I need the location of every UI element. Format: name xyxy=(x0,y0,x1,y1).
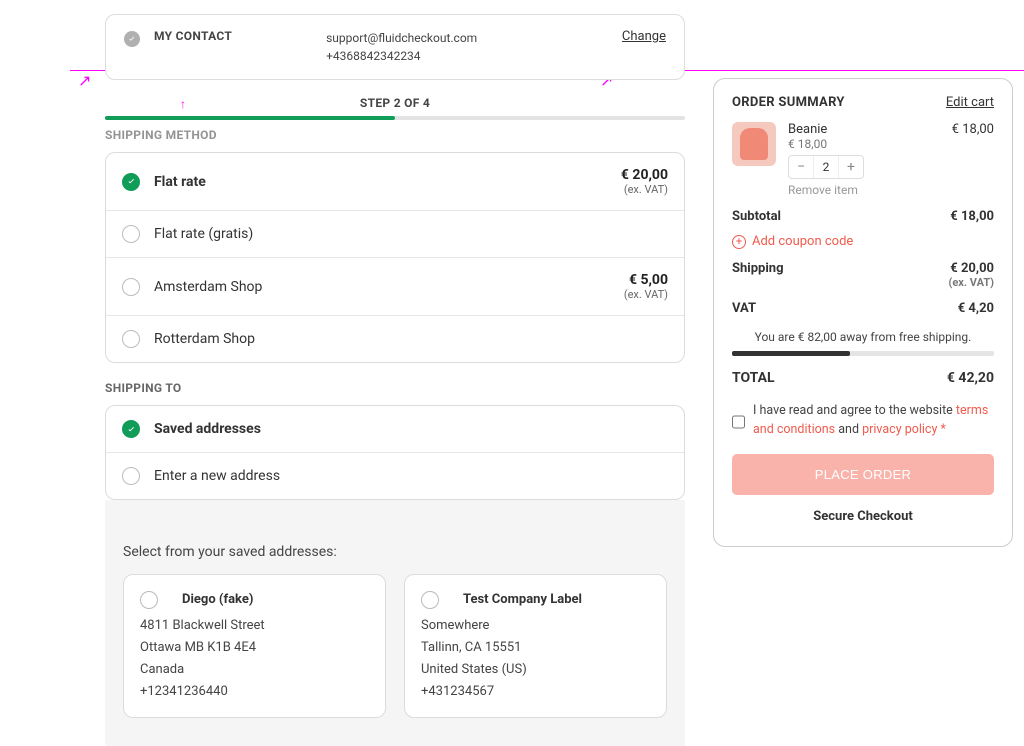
option-price: € 20,00 xyxy=(621,167,668,183)
edit-cart-link[interactable]: Edit cart xyxy=(946,95,994,110)
address-name: Diego (fake) xyxy=(182,589,253,611)
vat-value: € 4,20 xyxy=(958,301,994,316)
shipping-to-new[interactable]: Enter a new address xyxy=(106,453,684,499)
address-line: Ottawa MB K1B 4E4 xyxy=(140,637,369,659)
qty-value: 2 xyxy=(813,156,839,178)
shipping-to-heading: SHIPPING TO xyxy=(105,381,685,395)
item-unit-price: € 18,00 xyxy=(788,137,940,151)
change-contact-link[interactable]: Change xyxy=(622,29,666,44)
order-summary-card: ORDER SUMMARY Edit cart Beanie € 18,00 −… xyxy=(713,78,1013,547)
item-line-total: € 18,00 xyxy=(952,122,994,197)
check-circle-icon xyxy=(124,31,140,47)
progress-section: STEP 2 OF 4 xyxy=(105,96,685,120)
option-price-note: (ex. VAT) xyxy=(621,183,668,196)
plus-circle-icon: + xyxy=(732,235,746,249)
radio-unchecked-icon xyxy=(122,330,140,348)
option-price: € 5,00 xyxy=(624,272,668,288)
shipping-label: Shipping xyxy=(732,261,784,289)
contact-email: support@fluidcheckout.com xyxy=(326,29,477,47)
radio-unchecked-icon xyxy=(140,591,158,609)
free-shipping-fill xyxy=(732,351,850,356)
address-line: Somewhere xyxy=(421,615,650,637)
subtotal-value: € 18,00 xyxy=(950,209,994,224)
contact-phone: +4368842342234 xyxy=(326,47,477,65)
contact-title: MY CONTACT xyxy=(154,29,232,43)
shipping-value: € 20,00 xyxy=(949,261,995,276)
coupon-label: Add coupon code xyxy=(752,234,853,249)
order-summary-title: ORDER SUMMARY xyxy=(732,95,845,110)
contact-details: support@fluidcheckout.com +4368842342234 xyxy=(326,29,477,65)
free-shipping-msg: You are € 82,00 away from free shipping. xyxy=(732,330,994,344)
option-label: Flat rate xyxy=(154,174,206,190)
add-coupon-link[interactable]: + Add coupon code xyxy=(732,234,994,249)
quantity-stepper[interactable]: − 2 + xyxy=(788,155,864,179)
item-name: Beanie xyxy=(788,122,940,137)
address-card[interactable]: Test Company Label Somewhere Tallinn, CA… xyxy=(404,574,667,718)
terms-checkbox-row[interactable]: I have read and agree to the website ter… xyxy=(732,402,994,440)
address-line: Tallinn, CA 15551 xyxy=(421,637,650,659)
progress-step-label: STEP 2 OF 4 xyxy=(105,96,685,110)
product-thumbnail xyxy=(732,122,776,166)
option-label: Enter a new address xyxy=(154,468,280,484)
option-label: Amsterdam Shop xyxy=(154,279,262,295)
shipping-to-options: Saved addresses Enter a new address xyxy=(105,405,685,500)
remove-item-link[interactable]: Remove item xyxy=(788,183,940,197)
address-line: 4811 Blackwell Street xyxy=(140,615,369,637)
shipping-to-saved[interactable]: Saved addresses xyxy=(106,406,684,453)
address-country: United States (US) xyxy=(421,659,650,681)
radio-checked-icon xyxy=(122,173,140,191)
shipping-method-options: Flat rate € 20,00 (ex. VAT) Flat rate (g… xyxy=(105,152,685,363)
shipping-option-flat-rate-gratis[interactable]: Flat rate (gratis) xyxy=(106,211,684,258)
option-label: Rotterdam Shop xyxy=(154,331,255,347)
qty-increment-button[interactable]: + xyxy=(839,156,863,178)
shipping-option-amsterdam[interactable]: Amsterdam Shop € 5,00 (ex. VAT) xyxy=(106,258,684,316)
shipping-method-heading: SHIPPING METHOD xyxy=(105,128,685,142)
address-phone: +431234567 xyxy=(421,681,650,703)
option-label: Saved addresses xyxy=(154,421,261,437)
contact-card: MY CONTACT support@fluidcheckout.com +43… xyxy=(105,14,685,80)
secure-checkout-label: Secure Checkout xyxy=(732,509,994,524)
place-order-button[interactable]: PLACE ORDER xyxy=(732,454,994,495)
free-shipping-progress xyxy=(732,351,994,356)
line-item: Beanie € 18,00 − 2 + Remove item € 18,00 xyxy=(732,122,994,197)
radio-unchecked-icon xyxy=(421,591,439,609)
annotation-arrow: ↗ xyxy=(78,71,91,90)
address-phone: +12341236440 xyxy=(140,681,369,703)
option-label: Flat rate (gratis) xyxy=(154,226,253,242)
progress-bar-fill xyxy=(105,116,395,120)
address-card[interactable]: Diego (fake) 4811 Blackwell Street Ottaw… xyxy=(123,574,386,718)
option-price-note: (ex. VAT) xyxy=(624,288,668,301)
subtotal-label: Subtotal xyxy=(732,209,781,224)
radio-unchecked-icon xyxy=(122,278,140,296)
radio-unchecked-icon xyxy=(122,467,140,485)
saved-addresses-prompt: Select from your saved addresses: xyxy=(123,544,667,560)
radio-unchecked-icon xyxy=(122,225,140,243)
shipping-note: (ex. VAT) xyxy=(949,276,995,289)
address-country: Canada xyxy=(140,659,369,681)
vat-label: VAT xyxy=(732,301,756,316)
total-label: TOTAL xyxy=(732,370,775,386)
terms-text: I have read and agree to the website ter… xyxy=(753,402,994,440)
address-name: Test Company Label xyxy=(463,589,582,611)
terms-checkbox[interactable] xyxy=(732,404,745,440)
radio-checked-icon xyxy=(122,420,140,438)
required-asterisk: * xyxy=(941,422,946,437)
annotation-arrow-small: ↑ xyxy=(180,97,186,111)
progress-bar xyxy=(105,116,685,120)
qty-decrement-button[interactable]: − xyxy=(789,156,813,178)
total-value: € 42,20 xyxy=(947,370,994,386)
shipping-option-flat-rate[interactable]: Flat rate € 20,00 (ex. VAT) xyxy=(106,153,684,211)
privacy-link[interactable]: privacy policy xyxy=(862,422,937,437)
shipping-option-rotterdam[interactable]: Rotterdam Shop xyxy=(106,316,684,362)
